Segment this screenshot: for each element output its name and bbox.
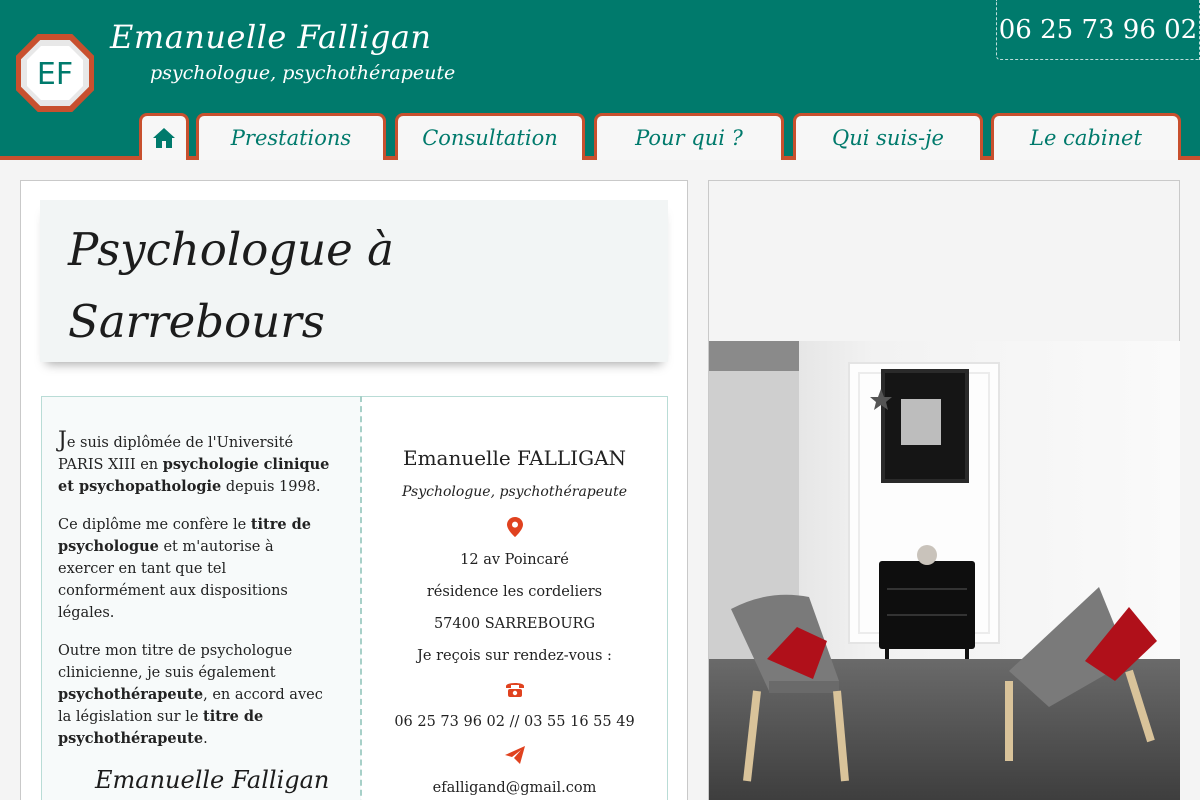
signature: Emanuelle Falligan xyxy=(95,766,330,794)
nav-qui-suis-je[interactable]: Qui suis-je xyxy=(793,113,983,160)
page-title: Psychologue à Sarrebours xyxy=(40,200,668,362)
logo-icon[interactable]: EF xyxy=(16,34,94,112)
site-tagline: psychologue, psychothérapeute xyxy=(150,62,456,84)
nav-home[interactable] xyxy=(139,113,189,160)
office-photo-illustration xyxy=(709,341,1180,800)
contact-email[interactable]: efalligand@gmail.com xyxy=(362,772,667,800)
nav-label: Prestations xyxy=(230,126,352,150)
intro-paragraph: Ce diplôme me confère le titre de psycho… xyxy=(58,514,330,624)
nav-label: Consultation xyxy=(422,126,558,150)
intro-bold: psychothérapeute xyxy=(58,686,204,703)
contact-name: Emanuelle FALLIGAN xyxy=(402,446,627,470)
map-pin-icon xyxy=(362,510,667,544)
nav-label: Pour qui ? xyxy=(635,126,743,150)
intro-text-span: Outre mon titre de psychologue clinicien… xyxy=(58,643,293,681)
address-line: 57400 SARREBOURG xyxy=(433,616,596,632)
header-phone-number[interactable]: 06 25 73 96 02 xyxy=(999,15,1197,45)
site-name[interactable]: Emanuelle Falligan xyxy=(110,18,432,56)
home-icon xyxy=(153,128,175,148)
address-line: résidence les cordeliers xyxy=(426,584,603,600)
dropcap: J xyxy=(58,428,67,453)
contact-role: Psychologue, psychothérapeute xyxy=(402,484,627,500)
intro-text-span: depuis 1998. xyxy=(221,479,321,495)
nav-consultation[interactable]: Consultation xyxy=(395,113,585,160)
nav-pour-qui[interactable]: Pour qui ? xyxy=(594,113,784,160)
phone-icon xyxy=(362,672,667,706)
nav-label: Le cabinet xyxy=(1030,126,1142,150)
page-title-line2: Sarrebours xyxy=(68,295,325,348)
contact-block: Emanuelle FALLIGAN Psychologue, psychoth… xyxy=(362,446,667,800)
contact-phones[interactable]: 06 25 73 96 02 // 03 55 16 55 49 xyxy=(362,706,667,738)
nav-label: Qui suis-je xyxy=(832,126,944,150)
intro-text-span: Ce diplôme me confère le xyxy=(58,517,251,533)
nav-le-cabinet[interactable]: Le cabinet xyxy=(991,113,1181,160)
header-phone[interactable]: 06 25 73 96 02 xyxy=(996,0,1200,60)
intro-text: Je suis diplômée de l'Université PARIS X… xyxy=(58,430,330,766)
office-photo xyxy=(709,341,1180,800)
paper-plane-icon xyxy=(362,738,667,772)
intro-paragraph: Je suis diplômée de l'Université PARIS X… xyxy=(58,430,330,498)
logo-text: EF xyxy=(37,57,73,92)
nav-prestations[interactable]: Prestations xyxy=(196,113,386,160)
appointment-text: Je reçois sur rendez-vous : xyxy=(417,648,612,664)
page-title-line1: Psychologue à xyxy=(68,223,394,276)
intro-text-span: . xyxy=(203,731,208,747)
intro-paragraph: Outre mon titre de psychologue clinicien… xyxy=(58,640,330,750)
address-line: 12 av Poincaré xyxy=(460,552,569,568)
